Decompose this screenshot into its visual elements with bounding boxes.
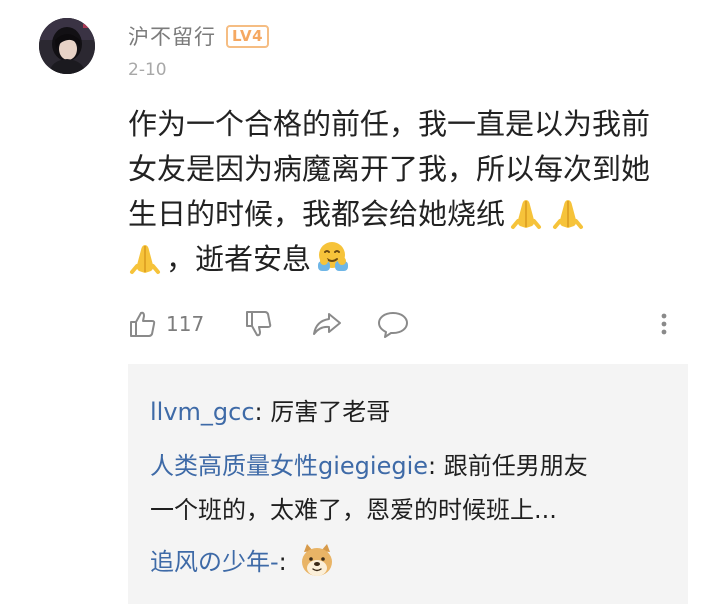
comment-line-4: ，逝者安息 [128, 237, 688, 282]
like-count: 117 [166, 312, 205, 336]
reply-author[interactable]: llvm_gcc [150, 398, 255, 426]
doge-emoji [298, 542, 336, 594]
reply-author[interactable]: 人类高质量女性giegiegie [150, 452, 428, 480]
share-arrow-icon [313, 313, 341, 335]
reply-separator: : [428, 452, 444, 480]
comment-date: 2-10 [128, 60, 167, 80]
reply-item[interactable]: llvm_gcc: 厉害了老哥 [150, 390, 390, 434]
reply-text: 跟前任男朋友 [443, 452, 588, 480]
reply-item[interactable]: 人类高质量女性giegiegie: 跟前任男朋友 [150, 444, 588, 488]
like-button[interactable]: 117 [128, 302, 204, 346]
comment-body: 作为一个合格的前任，我一直是以为我前 女友是因为病魔离开了我，所以每次到她 生日… [128, 102, 688, 282]
share-button[interactable] [311, 302, 343, 346]
reply-text: 厉害了老哥 [270, 398, 391, 426]
thumbs-down-icon [246, 311, 272, 337]
thumbs-up-icon [130, 311, 156, 337]
reply-continuation: 一个班的，太难了，恩爱的时候班上... [150, 496, 557, 524]
reply-separator: : [254, 398, 271, 426]
more-options-button[interactable] [658, 302, 670, 346]
reply-item[interactable]: 追风の少年-: [150, 540, 340, 594]
comment-line-3: 生日的时候，我都会给她烧纸 [128, 192, 688, 237]
username[interactable]: 沪不留行 [128, 21, 216, 51]
level-badge: LV4 [226, 24, 270, 48]
folded-hands-emoji [509, 196, 543, 243]
hugging-face-emoji [315, 239, 351, 288]
user-avatar-photo [39, 18, 95, 74]
reply-separator: : [278, 548, 295, 576]
comment-line: 女友是因为病魔离开了我，所以每次到她 [128, 152, 651, 186]
replies-box[interactable]: llvm_gcc: 厉害了老哥 人类高质量女性giegiegie: 跟前任男朋友… [128, 364, 688, 604]
username-row: 沪不留行 LV4 [128, 20, 270, 52]
avatar[interactable] [39, 18, 95, 74]
action-bar: 117 [128, 302, 688, 346]
reply-author[interactable]: 追风の少年- [150, 548, 279, 576]
comment-line-text: 生日的时候，我都会给她烧纸 [128, 197, 506, 231]
speech-bubble-icon [378, 312, 408, 338]
folded-hands-emoji [128, 241, 162, 288]
comment-thread: 沪不留行 LV4 2-10 作为一个合格的前任，我一直是以为我前 女友是因为病魔… [0, 0, 720, 612]
vertical-dots-icon [661, 313, 667, 335]
reply-button[interactable] [376, 302, 410, 346]
dislike-button[interactable] [244, 302, 274, 346]
comment-line: 作为一个合格的前任，我一直是以为我前 [128, 107, 651, 141]
folded-hands-emoji [551, 196, 585, 243]
comment-line-text: ，逝者安息 [166, 242, 312, 276]
